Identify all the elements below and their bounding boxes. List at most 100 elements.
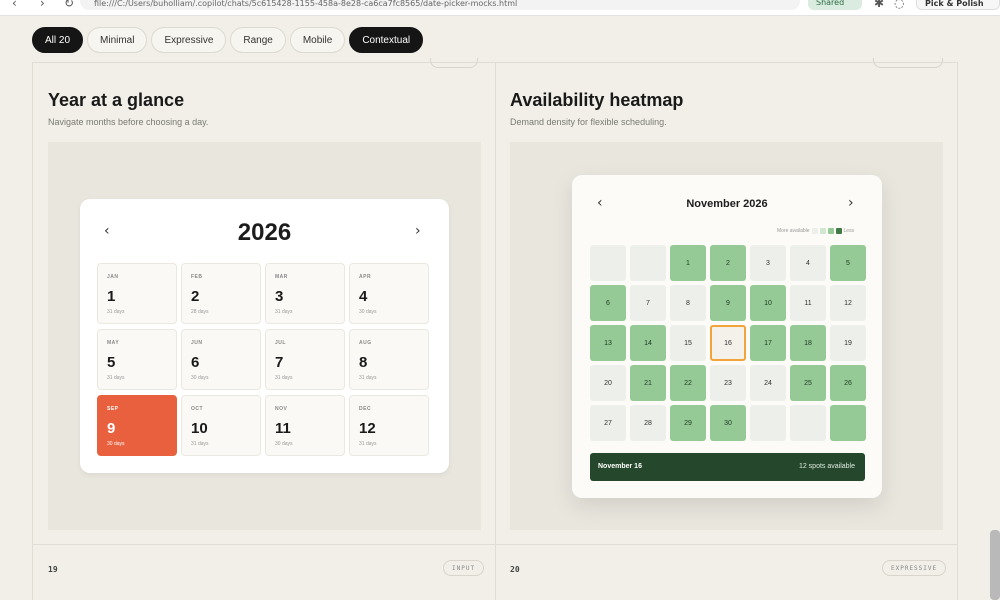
filter-range[interactable]: Range — [230, 27, 286, 53]
day-cell[interactable]: 7 — [630, 285, 666, 321]
legend-swatch — [811, 228, 818, 234]
back-icon[interactable]: ‹ — [12, 0, 17, 10]
day-cell[interactable]: 17 — [750, 325, 786, 361]
month-abbr: FEB — [191, 274, 203, 280]
day-cell[interactable]: 11 — [790, 285, 826, 321]
day-cell[interactable]: 18 — [790, 325, 826, 361]
day-cell[interactable]: 30 — [710, 405, 746, 441]
day-cell[interactable]: 3 — [750, 245, 786, 281]
grid-divider — [32, 62, 33, 600]
forward-icon[interactable]: › — [40, 0, 45, 10]
day-cell[interactable]: 23 — [710, 365, 746, 401]
info-icon[interactable]: ◌ — [894, 0, 904, 10]
month-tile[interactable]: SEP 9 30 days — [97, 395, 177, 456]
spots-available: 12 spots available — [798, 463, 855, 470]
day-cell[interactable]: 13 — [590, 325, 626, 361]
month-tile[interactable]: JAN 1 31 days — [97, 263, 177, 324]
month-tile[interactable]: MAY 5 31 days — [97, 329, 177, 390]
card-title: Year at a glance — [48, 90, 185, 110]
month-abbr: OCT — [191, 406, 204, 412]
day-cell[interactable]: 27 — [590, 405, 626, 441]
month-tile[interactable]: FEB 2 28 days — [181, 263, 261, 324]
filter-contextual[interactable]: Contextual — [349, 27, 424, 53]
day-cell[interactable]: 28 — [630, 405, 666, 441]
month-abbr: MAY — [107, 340, 120, 346]
empty-day-cell — [630, 245, 666, 281]
month-title: November 2026 — [686, 198, 768, 210]
day-cell[interactable]: 21 — [630, 365, 666, 401]
month-tile[interactable]: DEC 12 31 days — [349, 395, 429, 456]
month-tile[interactable]: OCT 10 31 days — [181, 395, 261, 456]
month-number: 11 — [275, 420, 291, 437]
day-cell[interactable]: 14 — [630, 325, 666, 361]
empty-day-cell — [750, 405, 786, 441]
month-tile[interactable]: APR 4 30 days — [349, 263, 429, 324]
filter-bar: All 20 Minimal Expressive Range Mobile C… — [32, 27, 424, 53]
day-cell[interactable]: 22 — [670, 365, 706, 401]
day-cell[interactable]: 9 — [710, 285, 746, 321]
month-tile[interactable]: MAR 3 31 days — [265, 263, 345, 324]
day-cell[interactable]: 6 — [590, 285, 626, 321]
month-tile[interactable]: AUG 8 31 days — [349, 329, 429, 390]
grid-divider — [32, 62, 958, 63]
day-cell[interactable]: 1 — [670, 245, 706, 281]
chevron-right-icon[interactable]: › — [848, 195, 854, 211]
reload-icon[interactable]: ↻ — [64, 0, 74, 10]
card-index: 19 — [48, 565, 58, 574]
selection-summary: November 16 12 spots available — [590, 453, 865, 481]
year-picker: ‹ 2026 › JAN 1 31 days FEB 2 28 days MAR 3 31 da… — [80, 199, 449, 473]
month-days: 31 days — [359, 441, 377, 447]
day-cell[interactable]: 10 — [750, 285, 786, 321]
filter-all[interactable]: All 20 — [32, 27, 84, 53]
month-days: 30 days — [107, 441, 125, 447]
month-number: 9 — [107, 420, 116, 437]
month-number: 6 — [191, 354, 200, 371]
month-tile[interactable]: NOV 11 30 days — [265, 395, 345, 456]
month-abbr: JUN — [191, 340, 203, 346]
settings-icon[interactable]: ✱ — [874, 0, 884, 10]
pick-polish-button[interactable]: Pick & Polish — [916, 0, 1000, 10]
filter-mobile[interactable]: Mobile — [289, 27, 346, 53]
month-abbr: APR — [359, 274, 372, 280]
month-number: 7 — [275, 354, 284, 371]
chevron-right-icon[interactable]: › — [415, 223, 421, 239]
day-cell[interactable]: 20 — [590, 365, 626, 401]
day-cell[interactable]: 5 — [830, 245, 866, 281]
grid-divider — [957, 62, 958, 600]
month-tile[interactable]: JUN 6 30 days — [181, 329, 261, 390]
tag-stub — [430, 58, 478, 68]
day-cell[interactable]: 29 — [670, 405, 706, 441]
month-days: 30 days — [359, 309, 377, 315]
day-cell[interactable]: 2 — [710, 245, 746, 281]
month-tile[interactable]: JUL 7 31 days — [265, 329, 345, 390]
day-cell[interactable]: 15 — [670, 325, 706, 361]
day-cell[interactable]: 16 — [710, 325, 746, 361]
day-cell[interactable]: 19 — [830, 325, 866, 361]
empty-day-cell — [790, 405, 826, 441]
day-cell[interactable]: 24 — [750, 365, 786, 401]
heat-legend: More available Less — [777, 228, 854, 234]
shared-button[interactable]: Shared — [808, 0, 862, 10]
empty-day-cell — [590, 245, 626, 281]
scrollbar[interactable] — [990, 530, 1000, 600]
day-cell[interactable]: 25 — [790, 365, 826, 401]
month-abbr: MAR — [275, 274, 288, 280]
card-subtitle: Demand density for flexible scheduling. — [510, 117, 667, 127]
legend-less-label: Less — [843, 228, 855, 234]
day-cell[interactable]: 12 — [830, 285, 866, 321]
month-abbr: JAN — [107, 274, 119, 280]
month-abbr: JUL — [275, 340, 286, 346]
month-number: 8 — [359, 354, 368, 371]
legend-swatch — [835, 228, 842, 234]
day-cell[interactable]: 4 — [790, 245, 826, 281]
address-bar[interactable]: file:///C:/Users/buholliam/.copilot/chat… — [80, 0, 800, 10]
month-days: 31 days — [107, 309, 125, 315]
day-cell[interactable]: 26 — [830, 365, 866, 401]
day-cell[interactable]: 8 — [670, 285, 706, 321]
filter-expressive[interactable]: Expressive — [151, 27, 227, 53]
month-days: 30 days — [275, 441, 293, 447]
month-days: 31 days — [191, 441, 209, 447]
card-index: 20 — [510, 565, 520, 574]
filter-minimal[interactable]: Minimal — [87, 27, 148, 53]
empty-day-cell — [830, 405, 866, 441]
